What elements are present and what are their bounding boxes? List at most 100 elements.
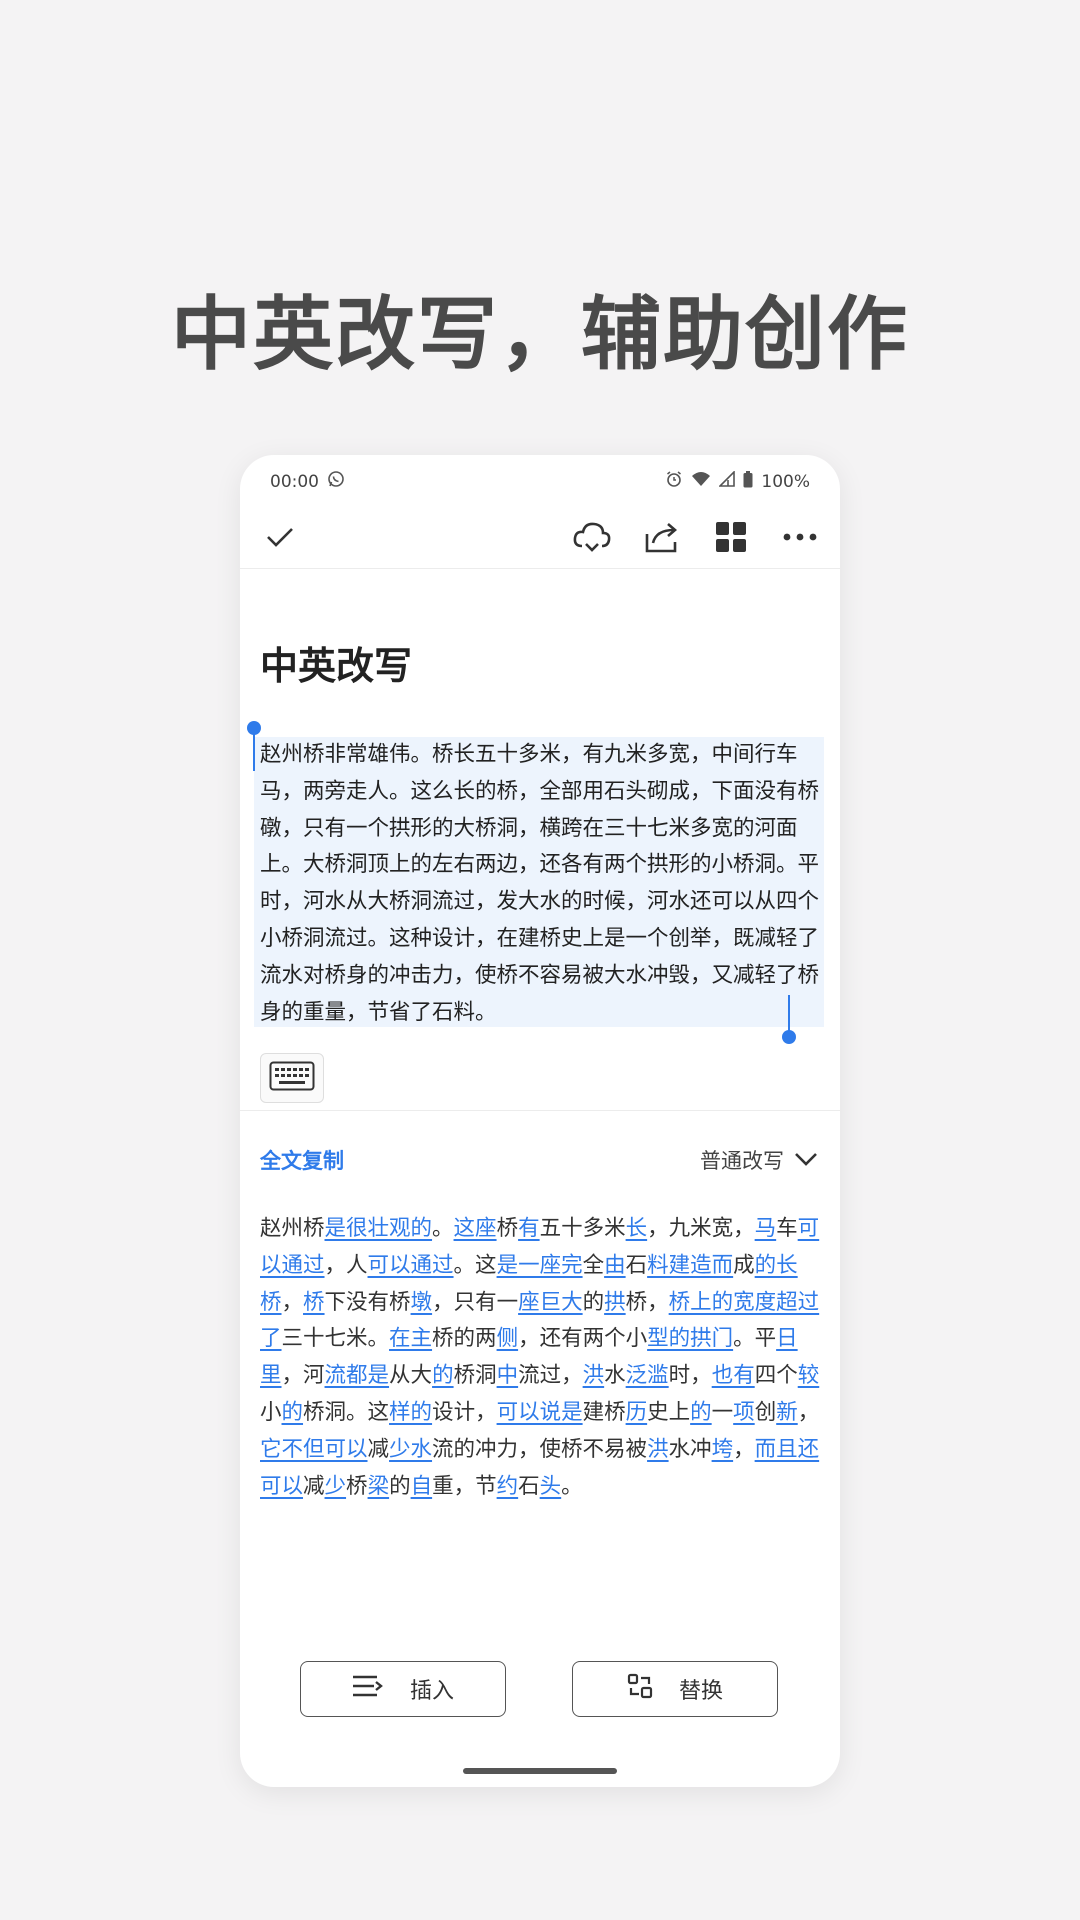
rewrite-highlight[interactable]: 长 [626,1216,648,1241]
rewrite-highlight[interactable]: 料建造而 [647,1253,733,1278]
rewrite-segment: 石 [518,1473,540,1499]
rewrite-segment: 成 [733,1252,755,1278]
rewrite-highlight[interactable]: 的 [432,1363,454,1388]
replace-icon [627,1673,653,1705]
rewrite-highlight[interactable]: 可以说是 [497,1400,583,1425]
rewrite-segment: ， [733,1436,755,1462]
rewrite-segment: 时， [668,1363,712,1389]
rewrite-highlight[interactable]: 少 [325,1474,347,1499]
selection-start-handle[interactable] [247,721,261,735]
battery-level: 100% [761,471,810,492]
insert-button[interactable]: 插入 [300,1661,506,1717]
rewrite-segment: 水 [604,1363,626,1389]
status-bar: 00:00 100% [240,455,840,503]
insert-label: 插入 [409,1679,454,1704]
rewrite-mode-select[interactable]: 普通改写 [700,1145,818,1175]
whatsapp-icon [327,470,345,493]
selection-end-handle-line [788,995,790,1035]
rewrite-segment: 石 [625,1252,648,1278]
rewrite-highlight[interactable]: 少水 [389,1437,432,1462]
rewrite-highlight[interactable]: 的 [282,1400,304,1425]
rewrite-highlight[interactable]: 是很壮观的 [325,1216,433,1241]
rewrite-highlight[interactable]: 较 [798,1363,820,1388]
rewrite-highlight[interactable]: 流都是 [325,1363,390,1388]
rewrite-segment: 一 [711,1399,734,1425]
rewrite-highlight[interactable]: 历 [626,1400,648,1425]
status-time: 00:00 [270,471,319,492]
rewrite-highlight[interactable]: 垮 [712,1437,734,1462]
rewrite-highlight[interactable]: 洪 [583,1363,605,1388]
rewrite-highlight[interactable]: 这座 [454,1216,497,1241]
rewrite-highlight[interactable]: 头 [540,1474,562,1499]
rewrite-highlight[interactable]: 桥 [303,1290,325,1315]
rewrite-result-text[interactable]: 赵州桥是很壮观的。这座桥有五十多米长，九米宽，马车可以通过，人可以通过。这是一座… [260,1211,825,1505]
rewrite-highlight[interactable]: 墩 [411,1290,433,1315]
rewrite-segment: 桥洞 [453,1363,497,1389]
copy-all-button[interactable]: 全文复制 [260,1145,344,1175]
rewrite-highlight[interactable]: 泛滥 [626,1363,669,1388]
document-title[interactable]: 中英改写 [260,635,412,690]
keyboard-button[interactable] [260,1053,324,1103]
alarm-icon [665,470,683,493]
panel-divider [240,1110,840,1111]
rewrite-highlight[interactable]: 洪 [647,1437,669,1462]
rewrite-highlight[interactable]: 它不但可以 [260,1437,368,1462]
insert-icon [352,1674,384,1704]
rewrite-segment: 桥， [625,1289,669,1315]
rewrite-segment: ，河 [281,1363,325,1389]
rewrite-segment: 。 [561,1473,583,1499]
rewrite-segment: 三十七米。 [281,1326,390,1352]
selected-text[interactable]: 赵州桥非常雄伟。桥长五十多米，有九米多宽，中间行车马，两旁走人。这么长的桥，全部… [260,737,825,1031]
selection-end-handle[interactable] [782,1030,796,1044]
check-icon[interactable] [258,515,302,559]
grid-icon[interactable] [709,515,753,559]
rewrite-segment: 赵州桥 [260,1216,325,1241]
more-icon[interactable] [778,515,822,559]
rewrite-mode-label: 普通改写 [700,1149,784,1173]
rewrite-segment: ，还有两个小 [518,1326,648,1352]
rewrite-highlight[interactable]: 马 [755,1216,777,1241]
rewrite-highlight[interactable]: 的 [690,1400,712,1425]
rewrite-highlight[interactable]: 项 [733,1400,755,1425]
cloud-sync-icon[interactable] [570,515,614,559]
rewrite-segment: 下没有桥 [324,1289,411,1315]
rewrite-highlight[interactable]: 约 [497,1474,519,1499]
wifi-icon [691,471,711,492]
replace-button[interactable]: 替换 [572,1661,778,1717]
home-indicator[interactable] [463,1768,617,1774]
rewrite-segment: 桥洞。这 [303,1399,390,1425]
rewrite-highlight[interactable]: 有 [518,1216,540,1241]
rewrite-highlight[interactable]: 侧 [497,1326,519,1351]
rewrite-segment: 桥 [346,1473,368,1499]
rewrite-segment: 减 [367,1436,390,1462]
rewrite-highlight[interactable]: 由 [604,1253,626,1278]
rewrite-segment: 从大 [389,1363,433,1389]
status-left: 00:00 [270,470,345,493]
share-icon[interactable] [640,515,684,559]
rewrite-segment: 桥的两 [432,1326,497,1352]
rewrite-highlight[interactable]: 座巨大 [518,1290,583,1315]
toolbar [240,515,840,567]
toolbar-divider [240,568,840,569]
rewrite-highlight[interactable]: 中 [497,1363,519,1388]
rewrite-segment: 四个 [754,1363,798,1389]
rewrite-segment: ，只有一 [432,1289,519,1315]
rewrite-highlight[interactable]: 样的 [389,1400,432,1425]
rewrite-segment: 创 [754,1399,777,1425]
rewrite-highlight[interactable]: 拱 [604,1290,626,1315]
rewrite-highlight[interactable]: 可以通过 [368,1253,454,1278]
rewrite-segment: 小 [260,1399,282,1425]
rewrite-segment: 。这 [453,1252,497,1278]
rewrite-highlight[interactable]: 型的拱门 [647,1326,733,1351]
rewrite-segment: 。 [432,1216,454,1241]
rewrite-highlight[interactable]: 自 [411,1474,433,1499]
rewrite-highlight[interactable]: 是一座完 [497,1253,583,1278]
rewrite-segment: 流过， [518,1363,583,1389]
rewrite-highlight[interactable]: 也有 [712,1363,755,1388]
rewrite-highlight[interactable]: 新 [776,1400,798,1425]
rewrite-segment: 建桥 [582,1399,626,1425]
rewrite-highlight[interactable]: 在主 [389,1326,432,1351]
rewrite-segment: 全 [582,1252,605,1278]
rewrite-highlight[interactable]: 梁 [368,1474,390,1499]
rewrite-segment: 减 [303,1473,325,1499]
